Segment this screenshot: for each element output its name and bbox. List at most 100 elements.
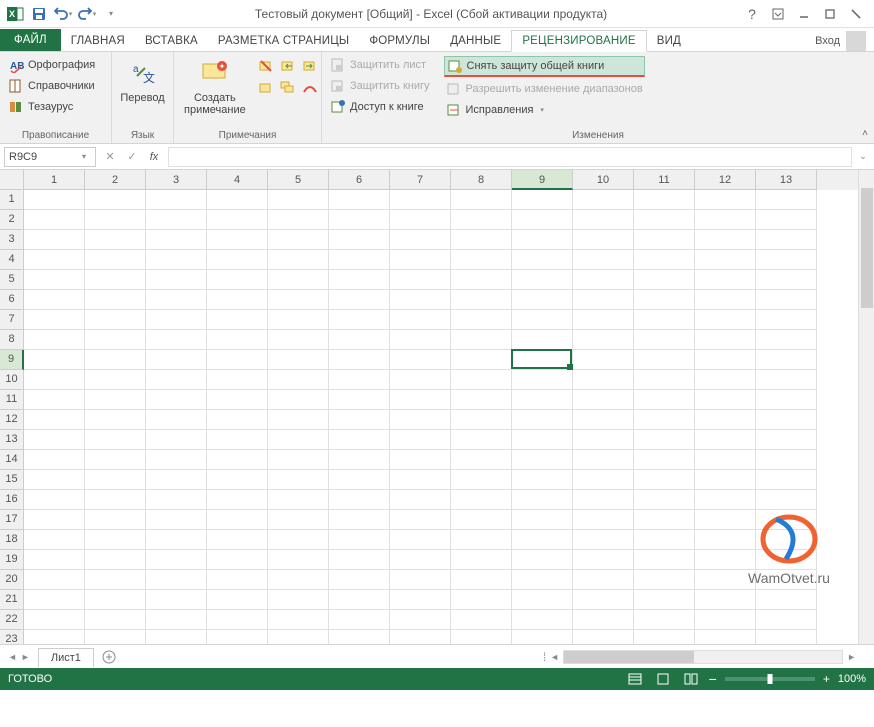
cell[interactable] [390, 430, 451, 450]
cell[interactable] [390, 330, 451, 350]
login-link[interactable]: Вход [815, 35, 840, 47]
cell[interactable] [634, 430, 695, 450]
cell[interactable] [85, 630, 146, 644]
cell[interactable] [512, 210, 573, 230]
share-workbook-button[interactable]: Доступ к книге [328, 98, 432, 116]
cell[interactable] [85, 350, 146, 370]
cell[interactable] [85, 530, 146, 550]
cell[interactable] [207, 610, 268, 630]
cell[interactable] [451, 550, 512, 570]
cell[interactable] [207, 570, 268, 590]
sheet-nav-next-icon[interactable]: ► [21, 652, 30, 662]
cell[interactable] [268, 370, 329, 390]
cell[interactable] [85, 290, 146, 310]
cell[interactable] [756, 370, 817, 390]
row-header[interactable]: 16 [0, 490, 24, 510]
qat-customize-icon[interactable]: ▾ [100, 3, 122, 25]
cell[interactable] [24, 190, 85, 210]
cell[interactable] [756, 190, 817, 210]
cell[interactable] [756, 270, 817, 290]
vertical-scrollbar[interactable] [858, 170, 874, 644]
column-header[interactable]: 2 [85, 170, 146, 190]
cell[interactable] [390, 250, 451, 270]
cell[interactable] [756, 530, 817, 550]
cell[interactable] [512, 590, 573, 610]
cell[interactable] [695, 270, 756, 290]
cell[interactable] [634, 290, 695, 310]
column-header[interactable]: 4 [207, 170, 268, 190]
next-comment-icon[interactable] [300, 56, 320, 76]
cell[interactable] [695, 190, 756, 210]
cell[interactable] [85, 370, 146, 390]
formula-bar[interactable] [168, 147, 852, 167]
cell[interactable] [573, 570, 634, 590]
cell[interactable] [695, 470, 756, 490]
row-header[interactable]: 6 [0, 290, 24, 310]
cell[interactable] [512, 450, 573, 470]
cell[interactable] [573, 370, 634, 390]
cell[interactable] [329, 490, 390, 510]
row-header[interactable]: 13 [0, 430, 24, 450]
cell[interactable] [512, 490, 573, 510]
minimize-icon[interactable] [792, 4, 816, 24]
cell[interactable] [268, 230, 329, 250]
tab-insert[interactable]: ВСТАВКА [135, 31, 208, 51]
cell[interactable] [451, 290, 512, 310]
cell[interactable] [390, 490, 451, 510]
cell[interactable] [634, 190, 695, 210]
cell[interactable] [207, 250, 268, 270]
cell[interactable] [329, 550, 390, 570]
cell[interactable] [573, 550, 634, 570]
row-header[interactable]: 10 [0, 370, 24, 390]
cell[interactable] [268, 510, 329, 530]
cell[interactable] [85, 310, 146, 330]
cell[interactable] [24, 210, 85, 230]
cell[interactable] [695, 630, 756, 644]
column-header[interactable]: 11 [634, 170, 695, 190]
cell[interactable] [512, 370, 573, 390]
tab-home[interactable]: ГЛАВНАЯ [61, 31, 135, 51]
cell[interactable] [756, 610, 817, 630]
row-header[interactable]: 18 [0, 530, 24, 550]
cell[interactable] [695, 250, 756, 270]
cell[interactable] [634, 510, 695, 530]
cell[interactable] [390, 630, 451, 644]
cell[interactable] [756, 250, 817, 270]
cell[interactable] [146, 330, 207, 350]
cell[interactable] [695, 390, 756, 410]
cell[interactable] [634, 630, 695, 644]
namebox-dropdown-icon[interactable]: ▾ [77, 152, 91, 161]
spelling-button[interactable]: ABCОрфография [6, 56, 105, 74]
cell[interactable] [634, 310, 695, 330]
cell[interactable] [573, 310, 634, 330]
cell[interactable] [390, 210, 451, 230]
cell[interactable] [695, 410, 756, 430]
row-header[interactable]: 23 [0, 630, 24, 644]
cell[interactable] [512, 290, 573, 310]
cell[interactable] [146, 310, 207, 330]
cell[interactable] [634, 450, 695, 470]
cell[interactable] [268, 270, 329, 290]
column-header[interactable]: 9 [512, 170, 573, 190]
cell[interactable] [695, 490, 756, 510]
cell[interactable] [207, 230, 268, 250]
cell[interactable] [390, 510, 451, 530]
row-header[interactable]: 12 [0, 410, 24, 430]
cell[interactable] [207, 410, 268, 430]
cell[interactable] [634, 330, 695, 350]
cell[interactable] [512, 230, 573, 250]
cell[interactable] [573, 390, 634, 410]
cell[interactable] [146, 390, 207, 410]
cell[interactable] [329, 310, 390, 330]
row-header[interactable]: 14 [0, 450, 24, 470]
cell[interactable] [207, 390, 268, 410]
cell[interactable] [207, 270, 268, 290]
cell[interactable] [24, 270, 85, 290]
new-comment-button[interactable]: ✦ Создать примечание [180, 56, 250, 118]
cell[interactable] [146, 350, 207, 370]
cell[interactable] [573, 270, 634, 290]
hscroll-left-icon[interactable]: ◄ [550, 652, 559, 662]
cell[interactable] [268, 630, 329, 644]
row-header[interactable]: 22 [0, 610, 24, 630]
cell[interactable] [451, 490, 512, 510]
